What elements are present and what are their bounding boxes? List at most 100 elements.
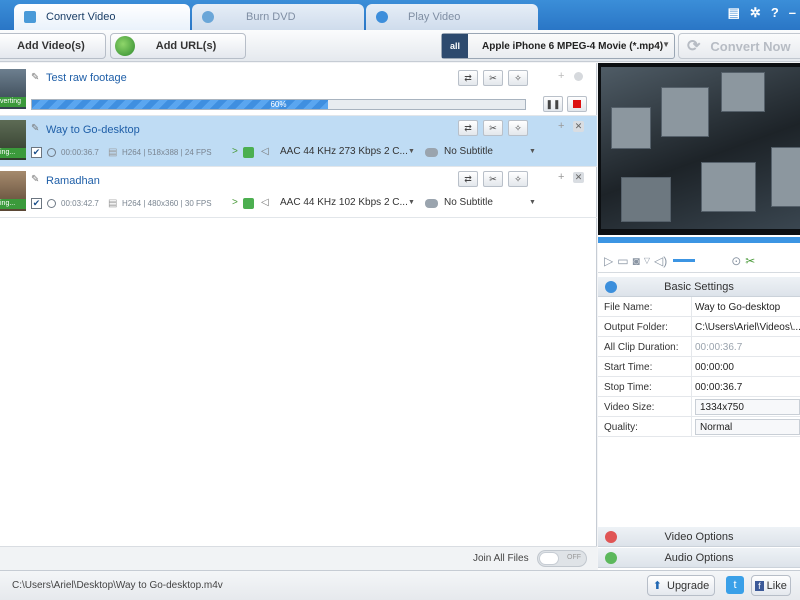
output-path[interactable]: C:\Users\Ariel\Desktop\Way to Go-desktop…: [12, 580, 223, 591]
volume-slider[interactable]: [673, 259, 696, 262]
snapshot-icon[interactable]: ◙: [633, 254, 640, 268]
close-icon[interactable]: ✕: [573, 121, 584, 132]
converting-badge: verting: [0, 97, 26, 107]
plus-icon[interactable]: +: [558, 171, 564, 183]
output-profile-select[interactable]: all Apple iPhone 6 MPEG-4 Movie (*.mp4) …: [441, 33, 675, 59]
pencil-icon[interactable]: ✎: [31, 72, 39, 83]
tab-burn-dvd[interactable]: Burn DVD: [192, 4, 364, 30]
globe-add-icon: [115, 36, 135, 56]
video-options-header[interactable]: Video Options: [598, 527, 800, 547]
subtitle-select[interactable]: No Subtitle: [444, 146, 493, 157]
play-icon[interactable]: ▷: [604, 254, 613, 268]
audio-options-header[interactable]: Audio Options: [598, 548, 800, 568]
upgrade-label: Upgrade: [667, 579, 710, 592]
setting-label: Output Folder:: [604, 322, 668, 333]
setting-start-time: Start Time: 00:00:00: [598, 357, 800, 377]
output-folder-field[interactable]: C:\Users\Ariel\Videos\...: [695, 322, 800, 333]
file-list: verting ✎ Test raw footage ⇄ ✂ ✧ + 60% ❚…: [0, 63, 597, 548]
pencil-icon[interactable]: ✎: [31, 123, 39, 134]
list-item[interactable]: verting ✎ Test raw footage ⇄ ✂ ✧ + 60% ❚…: [0, 65, 597, 116]
tab-label: Burn DVD: [246, 11, 296, 23]
item-checkbox[interactable]: ✔: [31, 147, 42, 158]
file-name[interactable]: Ramadhan: [46, 175, 100, 187]
plus-icon[interactable]: +: [558, 70, 564, 82]
add-videos-button[interactable]: Add Video(s): [0, 33, 106, 59]
quality-select[interactable]: Normal: [695, 419, 800, 435]
tab-play-video[interactable]: Play Video: [366, 4, 538, 30]
conversion-progress: 60%: [31, 99, 526, 110]
list-item[interactable]: ing... ✎ Way to Go-desktop ⇄ ✂ ✧ + ✕ ✔ 0…: [0, 116, 597, 167]
audio-options-label: Audio Options: [664, 551, 734, 564]
status-bar: C:\Users\Ariel\Desktop\Way to Go-desktop…: [0, 570, 800, 600]
seek-bar[interactable]: [598, 237, 800, 243]
audio-select[interactable]: AAC 44 KHz 102 Kbps 2 C...: [280, 197, 408, 208]
video-size-select[interactable]: 1334x750: [695, 399, 800, 415]
arrow-right-icon: >: [232, 146, 238, 157]
convert-settings-button[interactable]: ⇄: [458, 120, 478, 136]
file-name-field[interactable]: Way to Go-desktop: [695, 302, 800, 313]
add-urls-button[interactable]: Add URL(s): [110, 33, 246, 59]
chevron-down-icon[interactable]: ▼: [529, 148, 536, 155]
setting-stop-time: Stop Time: 00:00:36.7: [598, 377, 800, 397]
tab-label: Play Video: [408, 11, 461, 23]
crop-icon[interactable]: ✂: [745, 254, 755, 268]
gear-icon[interactable]: ✲: [750, 5, 761, 21]
pause-button[interactable]: ❚❚: [543, 96, 563, 112]
start-time-field[interactable]: 00:00:00: [695, 362, 800, 373]
audio-track-icon: [243, 147, 254, 158]
convert-icon: ⟳: [687, 38, 701, 55]
trim-button[interactable]: ✂: [483, 120, 503, 136]
stop-icon[interactable]: ▭: [617, 254, 628, 268]
speaker-icon: ◁: [261, 146, 269, 157]
convert-now-button[interactable]: ⟳ Convert Now: [678, 33, 800, 59]
pencil-icon[interactable]: ✎: [31, 174, 39, 185]
settings-dot-icon[interactable]: [574, 72, 583, 81]
plus-icon[interactable]: +: [558, 120, 564, 132]
chevron-down-icon[interactable]: ▼: [408, 199, 415, 206]
play-icon: [376, 11, 388, 23]
trim-button[interactable]: ✂: [483, 171, 503, 187]
file-name[interactable]: Test raw footage: [46, 72, 127, 84]
video-options-label: Video Options: [664, 530, 734, 543]
audio-select[interactable]: AAC 44 KHz 273 Kbps 2 C...: [280, 146, 408, 157]
help-button[interactable]: ?: [771, 5, 779, 21]
volume-icon[interactable]: ◁): [654, 254, 667, 268]
minimize-icon[interactable]: –: [789, 5, 796, 21]
tab-label: Convert Video: [46, 11, 116, 23]
progress-text: 60%: [270, 100, 287, 109]
trim-button[interactable]: ✂: [483, 70, 503, 86]
subtitle-select[interactable]: No Subtitle: [444, 197, 493, 208]
fullscreen-icon[interactable]: ⊙: [731, 254, 741, 268]
tab-convert-video[interactable]: Convert Video: [14, 4, 190, 30]
facebook-like-button[interactable]: f Like: [751, 575, 791, 596]
duration-text: 00:00:36.7: [61, 148, 99, 157]
convert-settings-button[interactable]: ⇄: [458, 70, 478, 86]
toolbar: Add Video(s) Add URL(s) all Apple iPhone…: [0, 30, 800, 62]
effects-button[interactable]: ✧: [508, 120, 528, 136]
like-label: Like: [766, 579, 787, 592]
stop-button[interactable]: [567, 96, 587, 112]
add-videos-label: Add Video(s): [17, 40, 85, 52]
subtitle-icon: [425, 148, 438, 157]
effects-button[interactable]: ✧: [508, 70, 528, 86]
video-thumbnail: verting: [0, 69, 26, 109]
stop-time-field[interactable]: 00:00:36.7: [695, 382, 800, 393]
register-icon[interactable]: ▤: [728, 5, 740, 21]
setting-label: Video Size:: [604, 402, 655, 413]
film-icon: ▤: [108, 198, 118, 209]
all-devices-icon: all: [442, 34, 468, 58]
upgrade-button[interactable]: ⬆ Upgrade: [647, 575, 715, 596]
convert-settings-button[interactable]: ⇄: [458, 171, 478, 187]
item-checkbox[interactable]: ✔: [31, 198, 42, 209]
effects-button[interactable]: ✧: [508, 171, 528, 187]
chevron-down-icon[interactable]: ▽: [644, 256, 650, 265]
join-all-files-label: Join All Files: [473, 553, 529, 564]
chevron-down-icon[interactable]: ▼: [408, 148, 415, 155]
file-name[interactable]: Way to Go-desktop: [46, 124, 140, 136]
join-toggle[interactable]: OFF: [537, 550, 587, 567]
basic-settings-header[interactable]: Basic Settings: [598, 277, 800, 297]
close-icon[interactable]: ✕: [573, 172, 584, 183]
twitter-icon[interactable]: t: [726, 576, 744, 594]
list-item[interactable]: ing... ✎ Ramadhan ⇄ ✂ ✧ + ✕ ✔ 00:03:42.7…: [0, 167, 597, 218]
chevron-down-icon[interactable]: ▼: [529, 199, 536, 206]
